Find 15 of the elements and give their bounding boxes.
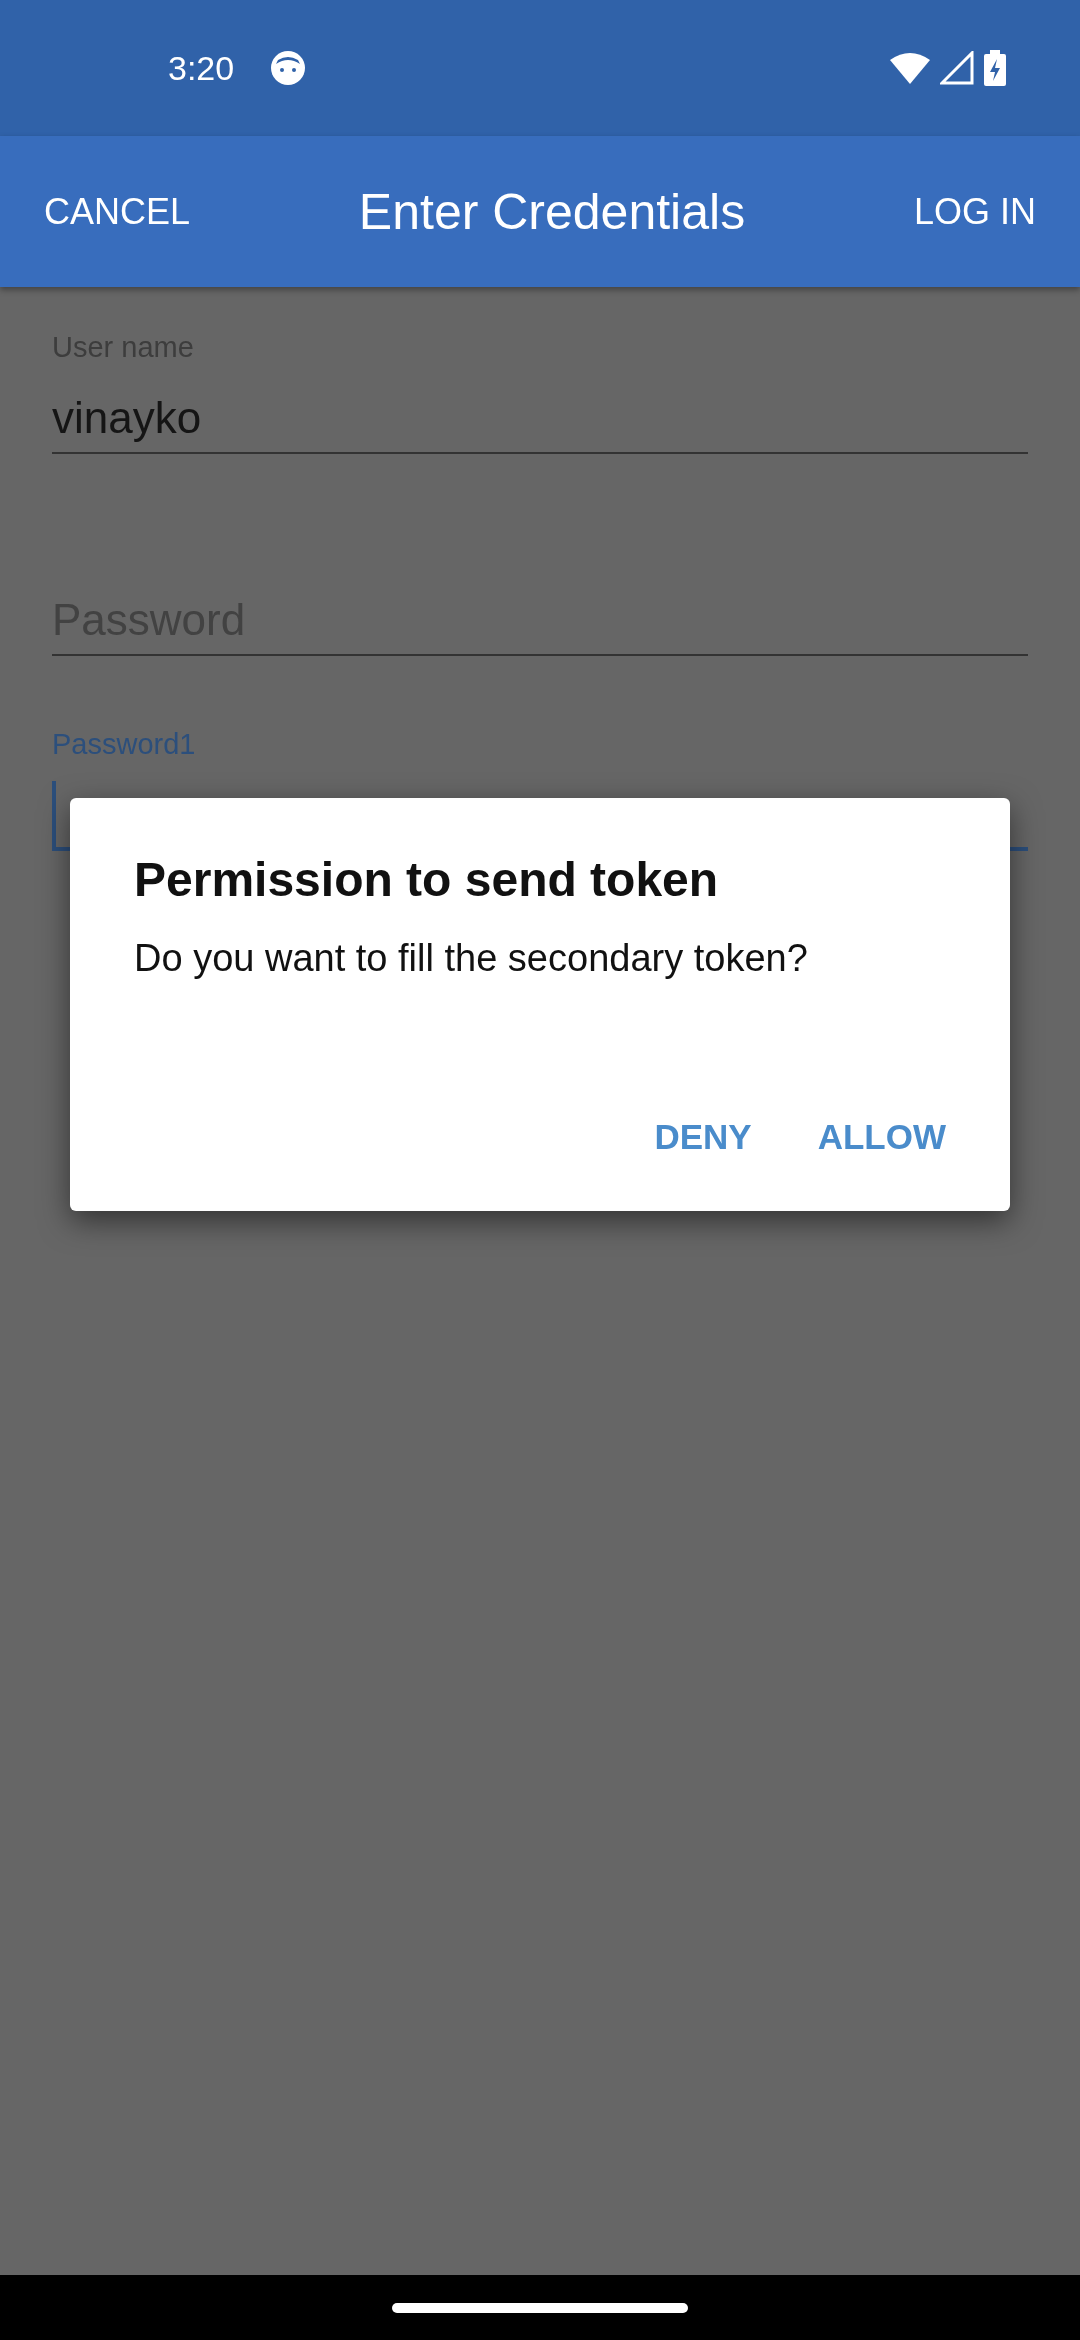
login-button[interactable]: LOG IN (913, 190, 1036, 233)
dialog-message: Do you want to fill the secondary token? (134, 937, 809, 980)
dialog-button[interactable]: DENY (646, 1109, 760, 1165)
dialog-button[interactable]: ALLOW (809, 1109, 954, 1165)
screen-title: Enter Credentials (358, 182, 746, 241)
battery-icon (984, 50, 1006, 86)
cancel-button[interactable]: CANCEL (44, 190, 191, 233)
field-label: Password1 (52, 728, 197, 761)
status-time: 3:20 (168, 48, 235, 88)
wifi-icon (890, 52, 930, 84)
home-handle[interactable] (392, 2302, 688, 2313)
text-field[interactable]: vinayko (52, 384, 1028, 454)
signal-icon (940, 51, 974, 85)
app-notification-icon (270, 50, 307, 86)
dialog-title: Permission to send token (134, 852, 720, 907)
